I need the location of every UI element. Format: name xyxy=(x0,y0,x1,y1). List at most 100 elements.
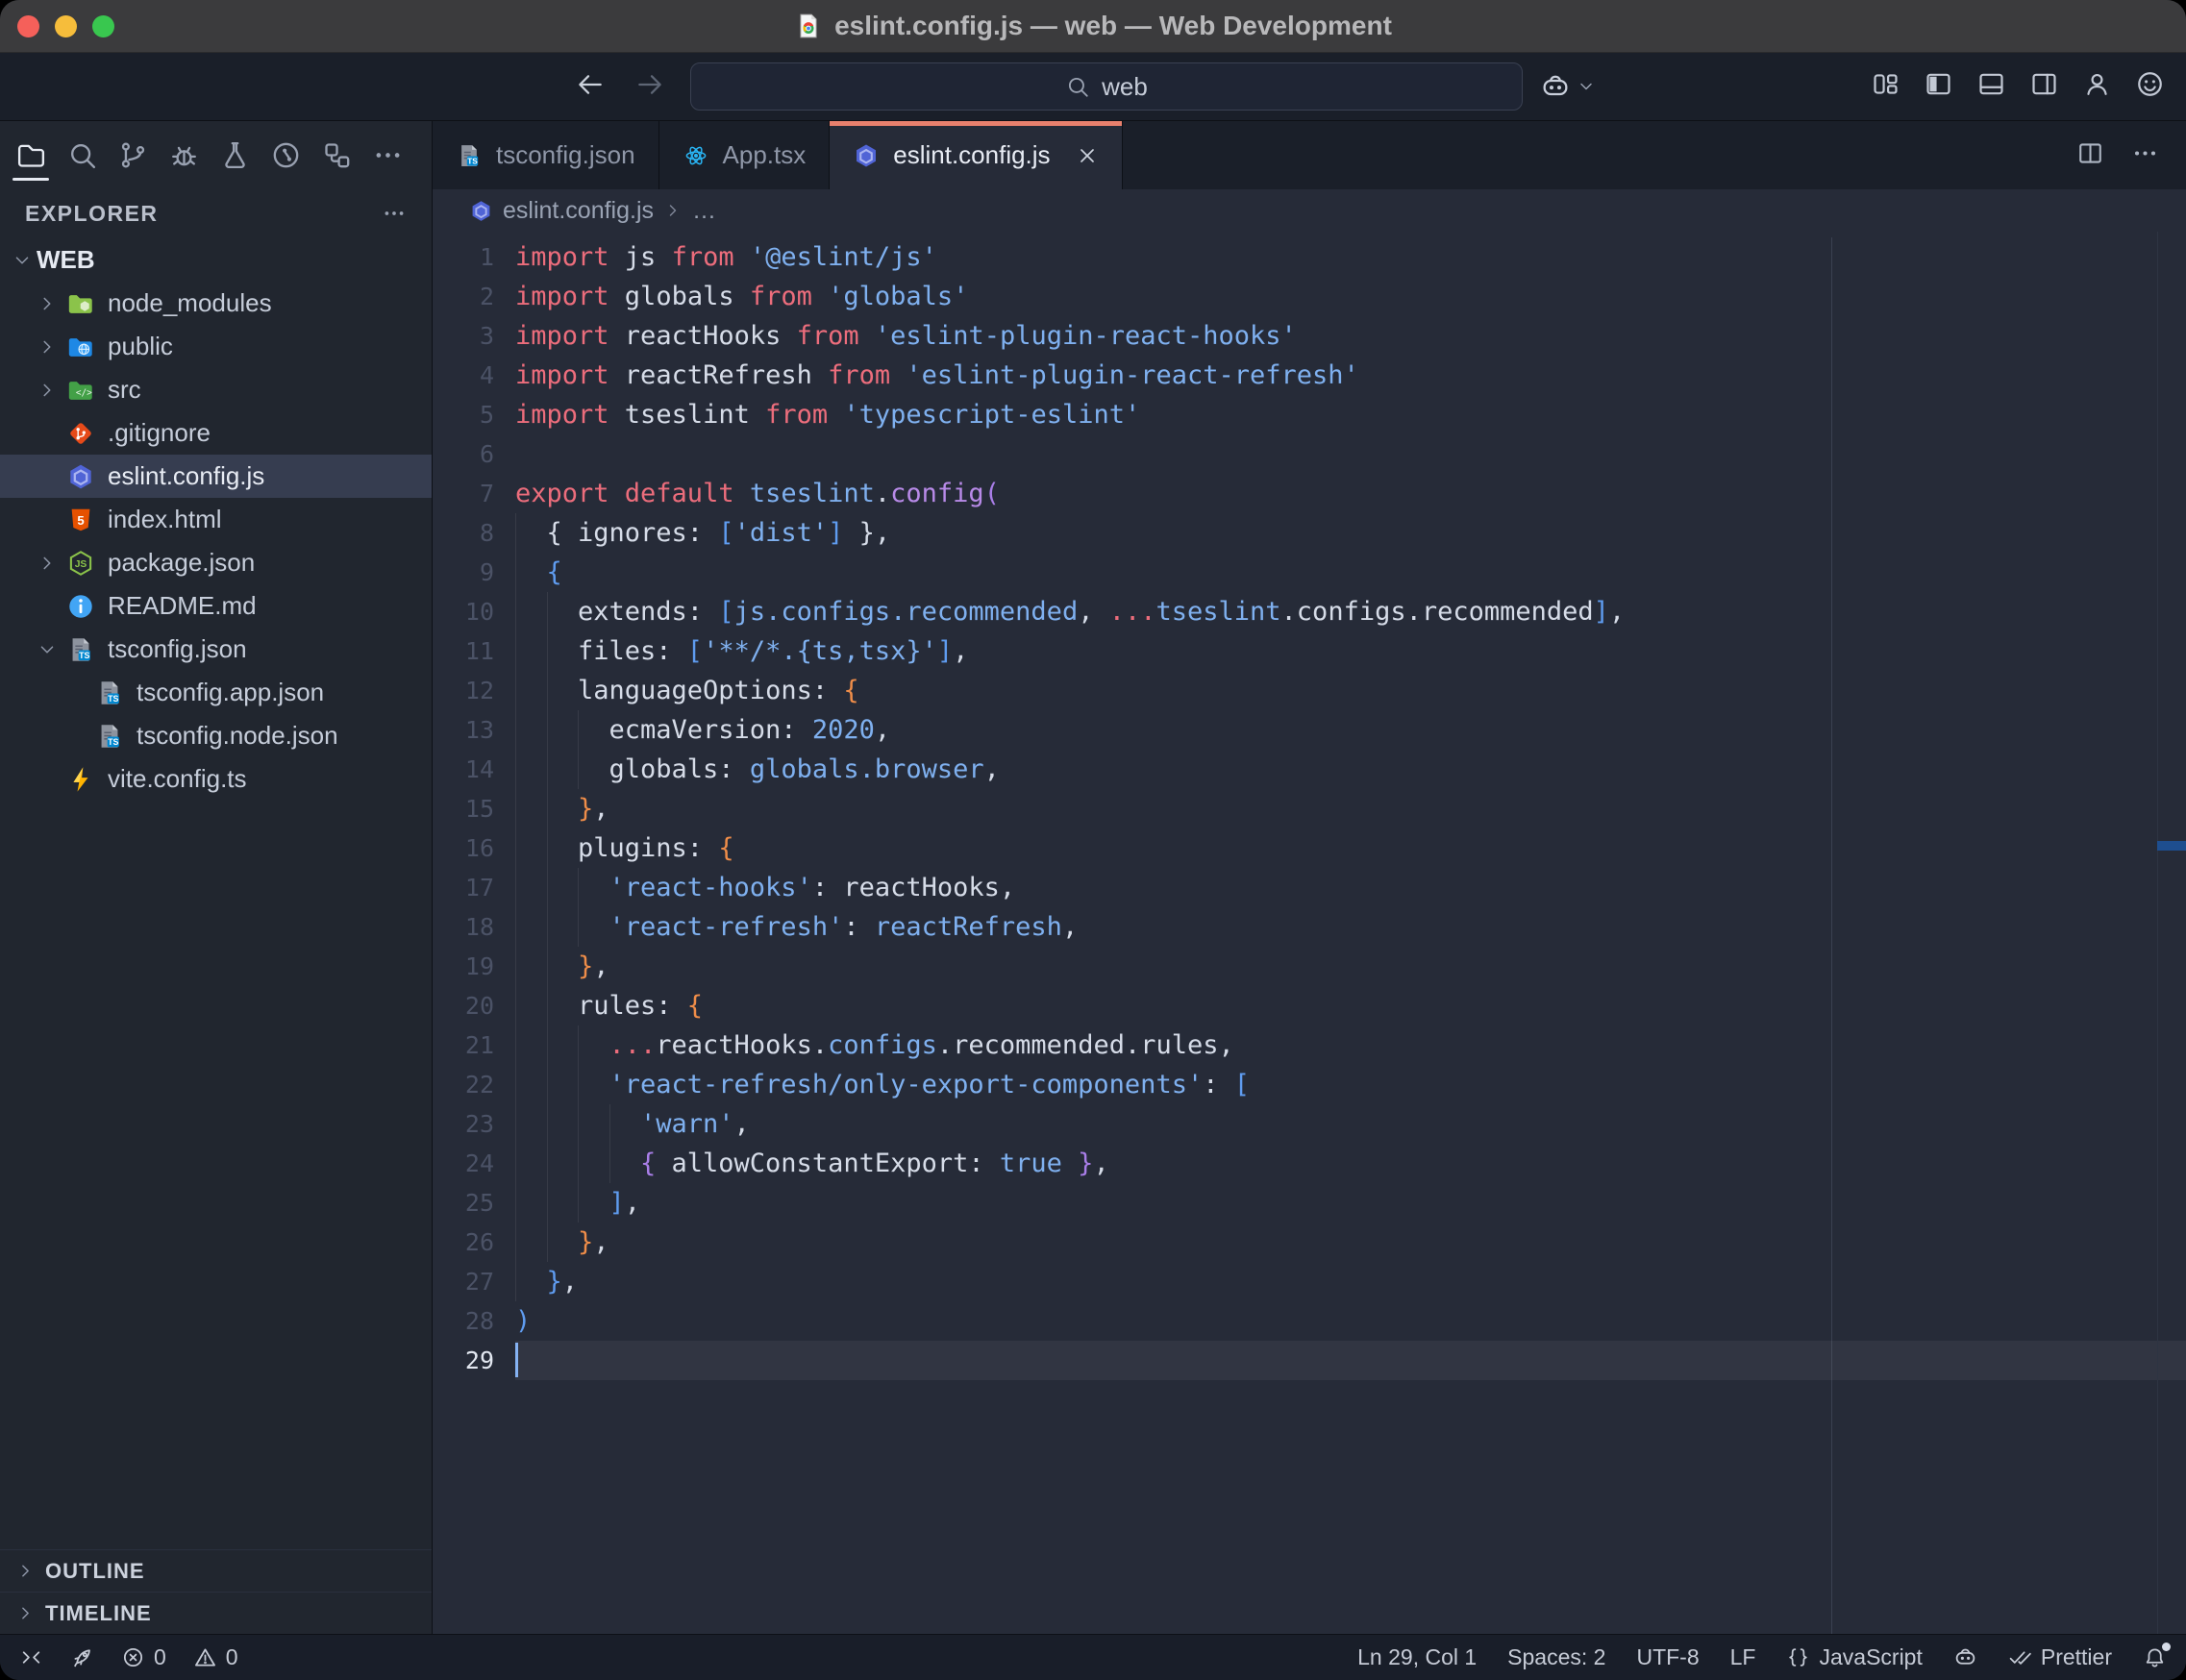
section-outline[interactable]: OUTLINE xyxy=(0,1549,432,1592)
code-line-4[interactable]: 4import reactRefresh from 'eslint-plugin… xyxy=(433,356,2186,395)
line-number[interactable]: 9 xyxy=(433,553,515,592)
status-notifications[interactable] xyxy=(2143,1645,2167,1669)
copilot-menu[interactable] xyxy=(1540,53,1596,120)
status-encoding[interactable]: UTF-8 xyxy=(1636,1644,1699,1670)
explorer-item-eslint-config-js[interactable]: eslint.config.js xyxy=(0,455,432,498)
go-forward-button[interactable] xyxy=(634,69,665,105)
code-line-content[interactable] xyxy=(515,434,2186,474)
code-line-5[interactable]: 5import tseslint from 'typescript-eslint… xyxy=(433,395,2186,434)
line-number[interactable]: 1 xyxy=(433,237,515,277)
line-number[interactable]: 28 xyxy=(433,1301,515,1341)
code-line-content[interactable]: export default tseslint.config( xyxy=(515,474,2186,513)
line-number[interactable]: 17 xyxy=(433,868,515,907)
code-line-content[interactable]: 'react-hooks': reactHooks, xyxy=(515,868,2186,907)
line-number[interactable]: 16 xyxy=(433,828,515,868)
chevron-right-icon[interactable] xyxy=(33,553,62,574)
line-number[interactable]: 8 xyxy=(433,513,515,553)
code-line-content[interactable]: import globals from 'globals' xyxy=(515,277,2186,316)
code-line-content[interactable]: 'react-refresh': reactRefresh, xyxy=(515,907,2186,947)
activity-explorer[interactable] xyxy=(10,125,52,185)
code-line-content[interactable]: { allowConstantExport: true }, xyxy=(515,1144,2186,1183)
code-line-content[interactable]: }, xyxy=(515,1262,2186,1301)
code-line-3[interactable]: 3import reactHooks from 'eslint-plugin-r… xyxy=(433,316,2186,356)
activity-components[interactable] xyxy=(315,125,358,185)
code-line-content[interactable]: import js from '@eslint/js' xyxy=(515,237,2186,277)
code-line-12[interactable]: 12languageOptions: { xyxy=(433,671,2186,710)
code-line-6[interactable]: 6 xyxy=(433,434,2186,474)
code-line-25[interactable]: 25], xyxy=(433,1183,2186,1223)
code-line-content[interactable]: ecmaVersion: 2020, xyxy=(515,710,2186,750)
chevron-right-icon[interactable] xyxy=(33,336,62,358)
activity-source-control[interactable] xyxy=(112,125,154,185)
code-line-29[interactable]: 29 xyxy=(433,1341,2186,1380)
code-line-15[interactable]: 15}, xyxy=(433,789,2186,828)
code-line-9[interactable]: 9{ xyxy=(433,553,2186,592)
activity-run-view[interactable] xyxy=(264,125,307,185)
go-back-button[interactable] xyxy=(575,69,606,105)
minimize-window-button[interactable] xyxy=(55,15,77,37)
line-number[interactable]: 12 xyxy=(433,671,515,710)
activity-run-and-debug[interactable] xyxy=(162,125,205,185)
status-indentation[interactable]: Spaces: 2 xyxy=(1507,1644,1605,1670)
activity-search[interactable] xyxy=(61,125,103,185)
code-line-content[interactable]: 'react-refresh/only-export-components': … xyxy=(515,1065,2186,1104)
status-eol[interactable]: LF xyxy=(1730,1644,1756,1670)
line-number[interactable]: 26 xyxy=(433,1223,515,1262)
code-line-18[interactable]: 18'react-refresh': reactRefresh, xyxy=(433,907,2186,947)
line-number[interactable]: 3 xyxy=(433,316,515,356)
more-actions-icon[interactable] xyxy=(382,201,407,226)
overview-ruler[interactable] xyxy=(2157,232,2186,1634)
code-line-content[interactable]: rules: { xyxy=(515,986,2186,1025)
explorer-item-gitignore[interactable]: .gitignore xyxy=(0,411,432,455)
status-warnings[interactable]: 0 xyxy=(193,1644,238,1670)
line-number[interactable]: 15 xyxy=(433,789,515,828)
explorer-root-web[interactable]: WEB xyxy=(0,238,432,282)
explorer-item-node-modules[interactable]: node_modules xyxy=(0,282,432,325)
code-line-content[interactable]: languageOptions: { xyxy=(515,671,2186,710)
code-line-27[interactable]: 27}, xyxy=(433,1262,2186,1301)
line-number[interactable]: 18 xyxy=(433,907,515,947)
customize-layout-button[interactable] xyxy=(1871,69,1900,104)
code-line-content[interactable]: }, xyxy=(515,789,2186,828)
zoom-window-button[interactable] xyxy=(92,15,114,37)
code-line-26[interactable]: 26}, xyxy=(433,1223,2186,1262)
code-line-content[interactable]: { xyxy=(515,553,2186,592)
line-number[interactable]: 14 xyxy=(433,750,515,789)
line-number[interactable]: 11 xyxy=(433,631,515,671)
code-line-content[interactable]: import reactRefresh from 'eslint-plugin-… xyxy=(515,356,2186,395)
toggle-panel-button[interactable] xyxy=(1976,69,2006,104)
code-line-8[interactable]: 8{ ignores: ['dist'] }, xyxy=(433,513,2186,553)
status-language-mode[interactable]: JavaScript xyxy=(1786,1644,1922,1670)
code-line-14[interactable]: 14globals: globals.browser, xyxy=(433,750,2186,789)
line-number[interactable]: 20 xyxy=(433,986,515,1025)
explorer-item-tsconfig-node-json[interactable]: TStsconfig.node.json xyxy=(0,714,432,757)
line-number[interactable]: 22 xyxy=(433,1065,515,1104)
more-actions-button[interactable] xyxy=(2131,139,2159,172)
line-number[interactable]: 27 xyxy=(433,1262,515,1301)
activity-more-views[interactable] xyxy=(366,125,409,185)
breadcrumb-file[interactable]: eslint.config.js xyxy=(503,197,654,225)
code-line-content[interactable]: globals: globals.browser, xyxy=(515,750,2186,789)
activity-testing[interactable] xyxy=(213,125,256,185)
tab-eslint-config-js[interactable]: eslint.config.js xyxy=(830,121,1122,189)
status-errors[interactable]: 0 xyxy=(121,1644,166,1670)
line-number[interactable]: 29 xyxy=(433,1341,515,1380)
status-remote[interactable] xyxy=(19,1645,43,1669)
code-line-7[interactable]: 7export default tseslint.config( xyxy=(433,474,2186,513)
line-number[interactable]: 13 xyxy=(433,710,515,750)
chevron-right-icon[interactable] xyxy=(33,293,62,314)
accounts-button[interactable] xyxy=(2082,69,2112,104)
status-formatter[interactable]: Prettier xyxy=(2008,1644,2112,1670)
code-line-content[interactable]: ], xyxy=(515,1183,2186,1223)
code-line-13[interactable]: 13ecmaVersion: 2020, xyxy=(433,710,2186,750)
line-number[interactable]: 23 xyxy=(433,1104,515,1144)
code-line-content[interactable]: ...reactHooks.configs.recommended.rules, xyxy=(515,1025,2186,1065)
code-line-content[interactable] xyxy=(515,1341,2186,1380)
code-line-11[interactable]: 11files: ['**/*.{ts,tsx}'], xyxy=(433,631,2186,671)
line-number[interactable]: 2 xyxy=(433,277,515,316)
line-number[interactable]: 10 xyxy=(433,592,515,631)
chevron-right-icon[interactable] xyxy=(33,380,62,401)
code-editor[interactable]: 1import js from '@eslint/js'2import glob… xyxy=(433,232,2186,1634)
status-copilot-status[interactable] xyxy=(1953,1645,1977,1669)
code-line-19[interactable]: 19}, xyxy=(433,947,2186,986)
